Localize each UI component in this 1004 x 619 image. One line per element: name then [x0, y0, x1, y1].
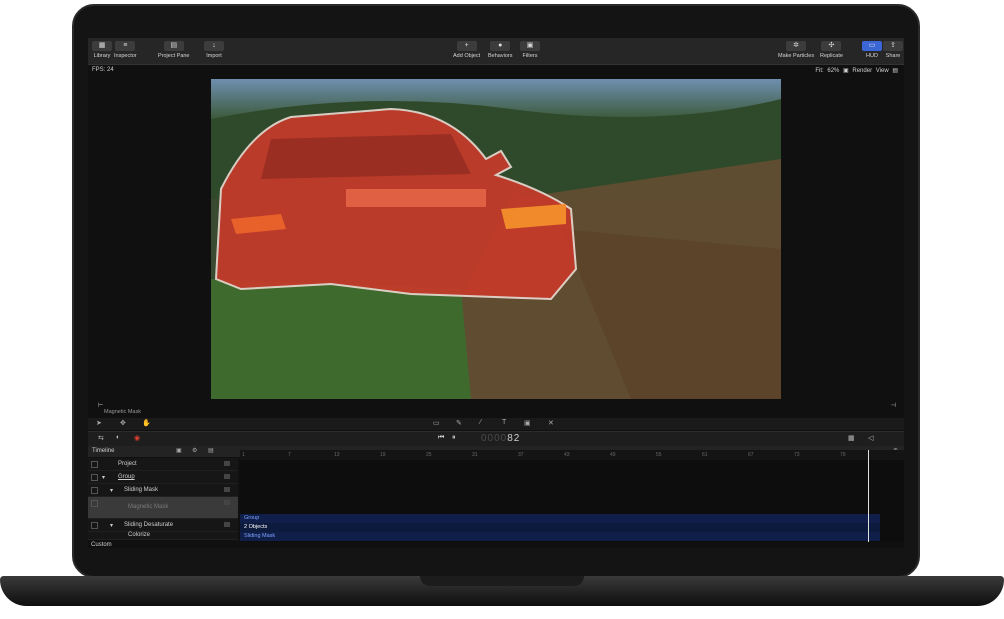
layer-checkbox[interactable] [91, 522, 98, 529]
inspector-button[interactable]: ≡ Inspector [114, 41, 137, 59]
hud-button[interactable]: ▭ HUD [862, 41, 882, 59]
project-pane-button[interactable]: ▤ Project Pane [158, 41, 190, 59]
lock-icon[interactable] [224, 487, 230, 492]
layer-checkbox[interactable] [91, 461, 98, 468]
timeline-tracks[interactable]: 1 7 13 19 25 31 37 43 49 55 61 67 73 79 … [240, 450, 904, 542]
transport-bar: ⇆ ◐ ◉ ⏮ ⏸ 000082 ▦ ◁ [88, 431, 904, 446]
layer-checkbox[interactable] [91, 500, 98, 507]
close-tool-icon[interactable]: ✕ [548, 419, 554, 427]
timing-icon[interactable]: ▦ [848, 434, 855, 442]
layer-checkbox[interactable] [91, 474, 98, 481]
group-icon[interactable]: ▣ [176, 447, 182, 454]
filters-button[interactable]: ▣ Filters [520, 41, 540, 59]
lock-icon[interactable] [224, 500, 230, 505]
layer-row[interactable]: ▾ Group [88, 471, 238, 484]
play-range-out-marker[interactable]: ⊣ [891, 402, 896, 409]
layer-checkbox[interactable] [91, 487, 98, 494]
behaviors-button[interactable]: ● Behaviors [488, 41, 512, 59]
behaviors-icon: ● [490, 41, 511, 51]
canvas-tools-row: ➤ ✥ ✋ ▭ ✎ ⁄ T ▣ ✕ [88, 418, 904, 430]
import-button[interactable]: ↓ Import [204, 41, 224, 59]
viewer-options: Fit: 62% ▣ Render View ▤ [815, 67, 898, 74]
channels-icon[interactable]: ▣ [843, 68, 849, 74]
timecode-display[interactable]: 000082 [481, 433, 520, 444]
layer-row[interactable]: ▾ Sliding Desaturate [88, 519, 238, 532]
canvas-viewer[interactable] [211, 79, 781, 399]
viewer-info-bar: FPS: 24 Fit: 62% ▣ Render View ▤ [88, 65, 904, 77]
library-button[interactable]: ▦ Library [92, 41, 112, 59]
pause-icon[interactable]: ⏸ [452, 434, 456, 442]
replicate-icon: ✣ [821, 41, 842, 51]
hud-icon: ▭ [862, 41, 882, 51]
text-tool-icon[interactable]: T [502, 419, 506, 426]
go-to-start-icon[interactable]: ⏮ [438, 434, 444, 442]
layers-icon[interactable]: ▤ [208, 447, 214, 454]
motion-app-window: ▦ Library ≡ Inspector ▤ Project Pane ↓ I… [88, 38, 904, 548]
shape-tool-icon[interactable]: ▭ [433, 419, 440, 427]
mask-tool-icon[interactable]: ▣ [524, 419, 531, 427]
filters-icon: ▣ [520, 41, 540, 51]
import-icon: ↓ [204, 41, 224, 51]
layer-row[interactable]: Colorize [88, 532, 238, 540]
main-toolbar: ▦ Library ≡ Inspector ▤ Project Pane ↓ I… [88, 38, 904, 65]
particles-icon: ✲ [786, 41, 807, 51]
track-bar[interactable]: 2 Objects [240, 523, 880, 532]
fit-zoom-menu[interactable]: Fit: 62% [815, 68, 839, 74]
layers-list: Project ▾ Group ▾ Sliding Mask Magnetic … [88, 458, 238, 540]
layer-row[interactable]: ▾ Sliding Mask [88, 484, 238, 497]
settings-icon[interactable]: ⚙ [192, 447, 197, 454]
add-object-icon: + [456, 41, 477, 51]
rally-car-image [211, 79, 781, 399]
selected-object-name: Magnetic Mask [104, 409, 141, 415]
project-pane-icon: ▤ [163, 41, 184, 51]
layer-row[interactable]: Project [88, 458, 238, 471]
share-icon: ⇪ [883, 41, 903, 51]
loop-icon[interactable]: ⇆ [98, 434, 104, 442]
lock-icon[interactable] [224, 522, 230, 527]
track-bar[interactable]: Group [240, 514, 880, 523]
disclosure-triangle-icon[interactable]: ▾ [102, 474, 105, 481]
disclosure-triangle-icon[interactable]: ▾ [110, 522, 113, 529]
timeline-zoom-menu[interactable]: Custom [91, 542, 112, 548]
replicate-button[interactable]: ✣ Replicate [820, 41, 843, 59]
fps-readout: FPS: 24 [92, 67, 114, 73]
audio-icon[interactable]: ◐ [116, 434, 120, 441]
layer-row-selected[interactable]: Magnetic Mask [88, 497, 238, 519]
volume-icon[interactable]: ◁ [868, 434, 873, 442]
library-icon: ▦ [92, 41, 112, 51]
add-object-button[interactable]: + Add Object [453, 41, 480, 59]
pan-tool-icon[interactable]: ✋ [142, 419, 151, 427]
view-menu[interactable]: View [876, 68, 889, 74]
lock-icon[interactable] [224, 474, 230, 479]
paint-tool-icon[interactable]: ⁄ [480, 419, 481, 426]
record-icon[interactable]: ◉ [134, 434, 140, 442]
make-particles-button[interactable]: ✲ Make Particles [778, 41, 814, 59]
select-tool-icon[interactable]: ➤ [96, 419, 102, 427]
share-button[interactable]: ⇪ Share [883, 41, 903, 59]
pen-tool-icon[interactable]: ✎ [456, 419, 462, 427]
render-menu[interactable]: Render [852, 68, 872, 74]
layout-icon[interactable]: ▤ [892, 68, 898, 74]
track-bar[interactable]: Sliding Mask [240, 532, 880, 541]
inspector-icon: ≡ [115, 41, 136, 51]
playhead[interactable] [868, 450, 869, 542]
anchor-tool-icon[interactable]: ✥ [120, 419, 126, 427]
lock-icon[interactable] [224, 461, 230, 466]
play-range-in-marker[interactable]: ⊢ [98, 402, 103, 409]
laptop-notch [420, 576, 584, 586]
timeline-title: Timeline [92, 448, 115, 454]
timeline-ruler[interactable]: 1 7 13 19 25 31 37 43 49 55 61 67 73 79 [240, 450, 904, 460]
disclosure-triangle-icon[interactable]: ▾ [110, 487, 113, 494]
